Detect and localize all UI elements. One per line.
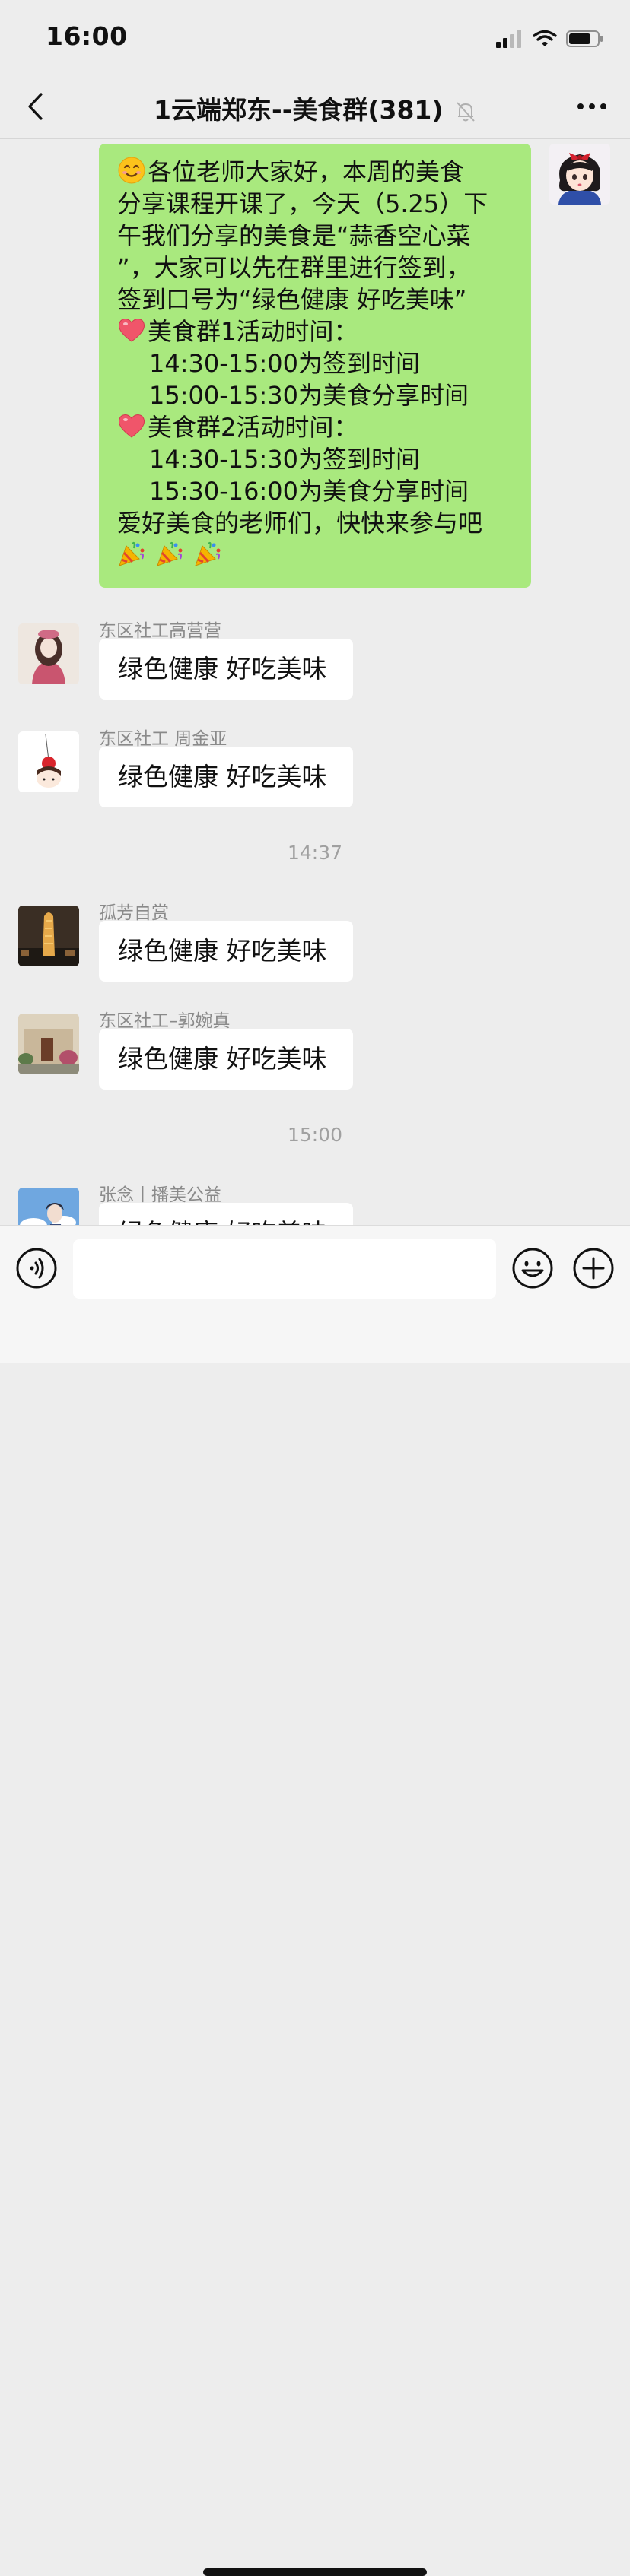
outgoing-bubble[interactable]: 各位老师大家好，本周的美食 分享课程开课了，今天（5.25）下 午我们分享的美食… [99,144,531,588]
message-line: 各位老师大家好，本周的美食 [117,156,516,188]
message-line: 美食群2活动时间： [117,411,516,443]
more-actions-button[interactable] [572,1247,615,1290]
message-bubble[interactable]: 绿色健康 好吃美味 [99,921,353,982]
chat-message-list[interactable]: 各位老师大家好，本周的美食 分享课程开课了，今天（5.25）下 午我们分享的美食… [0,139,630,1225]
message-line: 美食群1活动时间： [117,316,516,347]
avatar[interactable] [18,731,79,792]
timestamp: 14:37 [287,842,343,864]
message-bubble[interactable]: 绿色健康 好吃美味 [99,1029,353,1090]
avatar[interactable] [18,1014,79,1074]
avatar[interactable] [18,906,79,966]
chat-title-area: 1云端郑东--美食群(381) [0,90,630,126]
voice-icon [16,1248,57,1289]
status-bar: 16:00 [0,0,630,76]
avatar-anime-image [18,1188,79,1225]
signal-icon [496,30,521,48]
plus-circle-icon [573,1248,614,1289]
message-bubble[interactable]: 绿色健康 好吃美味 [99,1203,353,1225]
emoji-button[interactable] [511,1247,554,1290]
message-line: 14:30-15:00为签到时间 [149,349,420,378]
status-icons [496,27,604,50]
bell-muted-icon [457,101,475,122]
sender-name: 东区社工–郭婉真 [99,1011,231,1031]
avatar[interactable] [18,623,79,684]
message-line: 爱好美食的老师们，快快来参与吧 [117,509,483,538]
message-line: 15:00-15:30为美食分享时间 [149,381,469,410]
smiley-icon [512,1248,553,1289]
message-input-bar [0,1225,630,2576]
self-avatar[interactable] [549,144,610,205]
incoming-message: 东区社工 周金亚 绿色健康 好吃美味 [0,722,630,807]
timestamp: 15:00 [287,1124,343,1146]
more-dots-icon [578,103,606,109]
incoming-message: 东区社工–郭婉真 绿色健康 好吃美味 [0,1004,630,1090]
avatar-tower-image [18,906,79,966]
avatar-house-image [18,1014,79,1074]
message-input[interactable] [73,1239,496,1299]
sender-name: 孤芳自赏 [99,903,169,923]
avatar-doll-image [18,623,79,684]
message-line: 15:30-16:00为美食分享时间 [149,477,469,506]
message-line: 签到口号为“绿色健康 好吃美味” [117,285,467,314]
party-popper-emoji [119,541,145,566]
incoming-message: 东区社工高营营 绿色健康 好吃美味 [0,614,630,700]
party-popper-emoji [195,541,221,566]
avatar[interactable] [18,1188,79,1225]
message-line: ”，大家可以先在群里进行签到， [117,253,471,282]
message-line: 午我们分享的美食是“蒜香空心菜 [117,221,471,250]
message-line: 分享课程开课了，今天（5.25）下 [117,189,488,218]
chat-title: 1云端郑东--美食群(381) [154,95,444,125]
status-time: 16:00 [46,21,128,51]
sender-name: 东区社工 周金亚 [99,729,228,749]
party-emoji-row [117,539,516,571]
avatar-cartoon-image [18,731,79,792]
smiling-face-emoji [118,157,145,184]
incoming-message: 张念丨播美公益 绿色健康 好吃美味 [0,1179,630,1225]
chat-header: 1云端郑东--美食群(381) [0,76,630,139]
more-button[interactable] [571,91,613,122]
message-bubble[interactable]: 绿色健康 好吃美味 [99,639,353,700]
red-heart-emoji [118,319,145,342]
home-indicator[interactable] [203,2568,427,2576]
wifi-icon [533,30,557,46]
incoming-message: 孤芳自赏 绿色健康 好吃美味 [0,896,630,982]
voice-button[interactable] [15,1247,58,1290]
message-bubble[interactable]: 绿色健康 好吃美味 [99,747,353,807]
battery-icon [566,30,603,47]
sender-name: 东区社工高营营 [99,621,221,641]
red-heart-emoji [118,414,145,438]
avatar-girl-image [549,144,610,205]
party-popper-emoji [157,541,183,566]
sender-name: 张念丨播美公益 [99,1185,221,1205]
message-line: 14:30-15:30为签到时间 [149,445,420,474]
outgoing-message: 各位老师大家好，本周的美食 分享课程开课了，今天（5.25）下 午我们分享的美食… [0,139,630,595]
